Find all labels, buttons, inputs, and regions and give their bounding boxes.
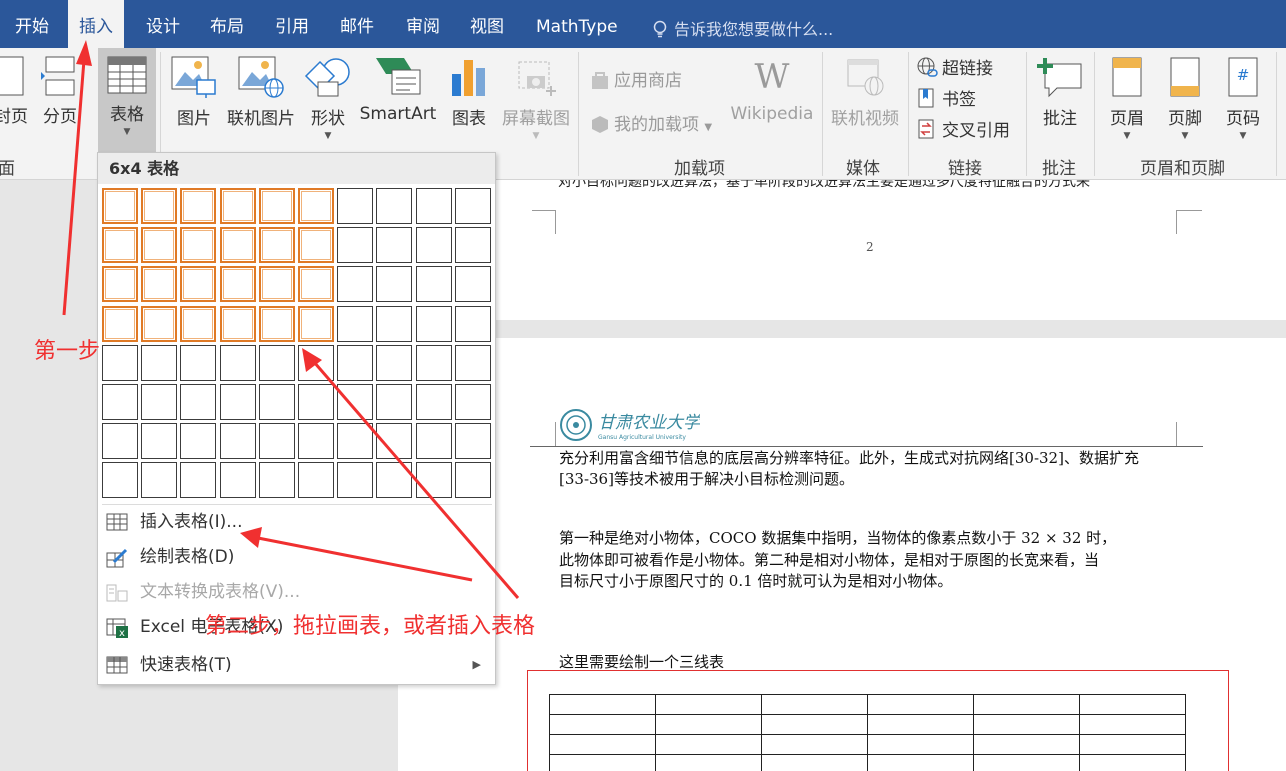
- step2-annotation: 第二步，拖拉画表，或者插入表格: [205, 614, 536, 639]
- arrow-head-icon: [240, 527, 262, 548]
- arrow-head-icon: [76, 40, 92, 66]
- annotation-arrows: [62, 40, 520, 599]
- step2-arrow-insert: [257, 536, 473, 582]
- step1-arrow: [62, 59, 86, 316]
- step1-annotation: 第一步: [34, 339, 101, 364]
- step2-arrow-grid: [312, 361, 520, 599]
